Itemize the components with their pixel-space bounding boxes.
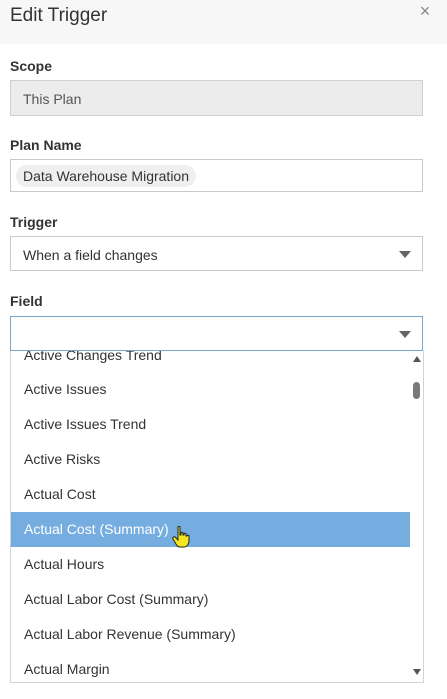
option-item[interactable]: Active Risks <box>11 442 410 477</box>
trigger-select[interactable]: When a field changes <box>10 236 423 271</box>
close-icon[interactable]: × <box>418 2 432 20</box>
scroll-down-arrow-icon[interactable] <box>413 669 421 675</box>
dialog-header: Edit Trigger × <box>0 0 447 44</box>
hand-cursor-icon <box>172 526 190 548</box>
option-item[interactable]: Actual Cost <box>11 477 410 512</box>
scroll-up-arrow-icon[interactable] <box>413 356 421 362</box>
option-item[interactable]: Actual Labor Revenue (Summary) <box>11 617 410 652</box>
plan-name-label: Plan Name <box>10 137 82 153</box>
option-item[interactable]: Active Changes Trend <box>11 351 410 373</box>
option-item[interactable]: Actual Hours <box>11 547 410 582</box>
plan-name-chip[interactable]: Data Warehouse Migration <box>16 165 197 187</box>
chevron-down-icon[interactable] <box>399 251 411 258</box>
option-item[interactable]: Active Issues Trend <box>11 407 410 442</box>
trigger-value: When a field changes <box>23 247 158 263</box>
scope-field: This Plan <box>10 80 423 116</box>
option-item[interactable]: Active Issues <box>11 372 410 407</box>
list-scrollbar[interactable] <box>411 351 423 682</box>
dialog-title: Edit Trigger <box>10 5 108 26</box>
field-options-list[interactable]: Active Changes Trend Active Issues Activ… <box>10 351 424 683</box>
plan-name-field[interactable]: Data Warehouse Migration <box>10 159 423 192</box>
option-item-highlighted[interactable]: Actual Cost (Summary) <box>11 512 410 547</box>
option-item[interactable]: Actual Labor Cost (Summary) <box>11 582 410 617</box>
chevron-down-icon[interactable] <box>399 331 411 338</box>
field-label: Field <box>10 293 43 309</box>
scrollbar-thumb[interactable] <box>413 382 420 399</box>
field-select[interactable] <box>10 316 423 351</box>
scope-value: This Plan <box>23 91 82 107</box>
option-item[interactable]: Actual Margin <box>11 652 410 682</box>
scope-label: Scope <box>10 58 53 74</box>
trigger-label: Trigger <box>10 214 58 230</box>
